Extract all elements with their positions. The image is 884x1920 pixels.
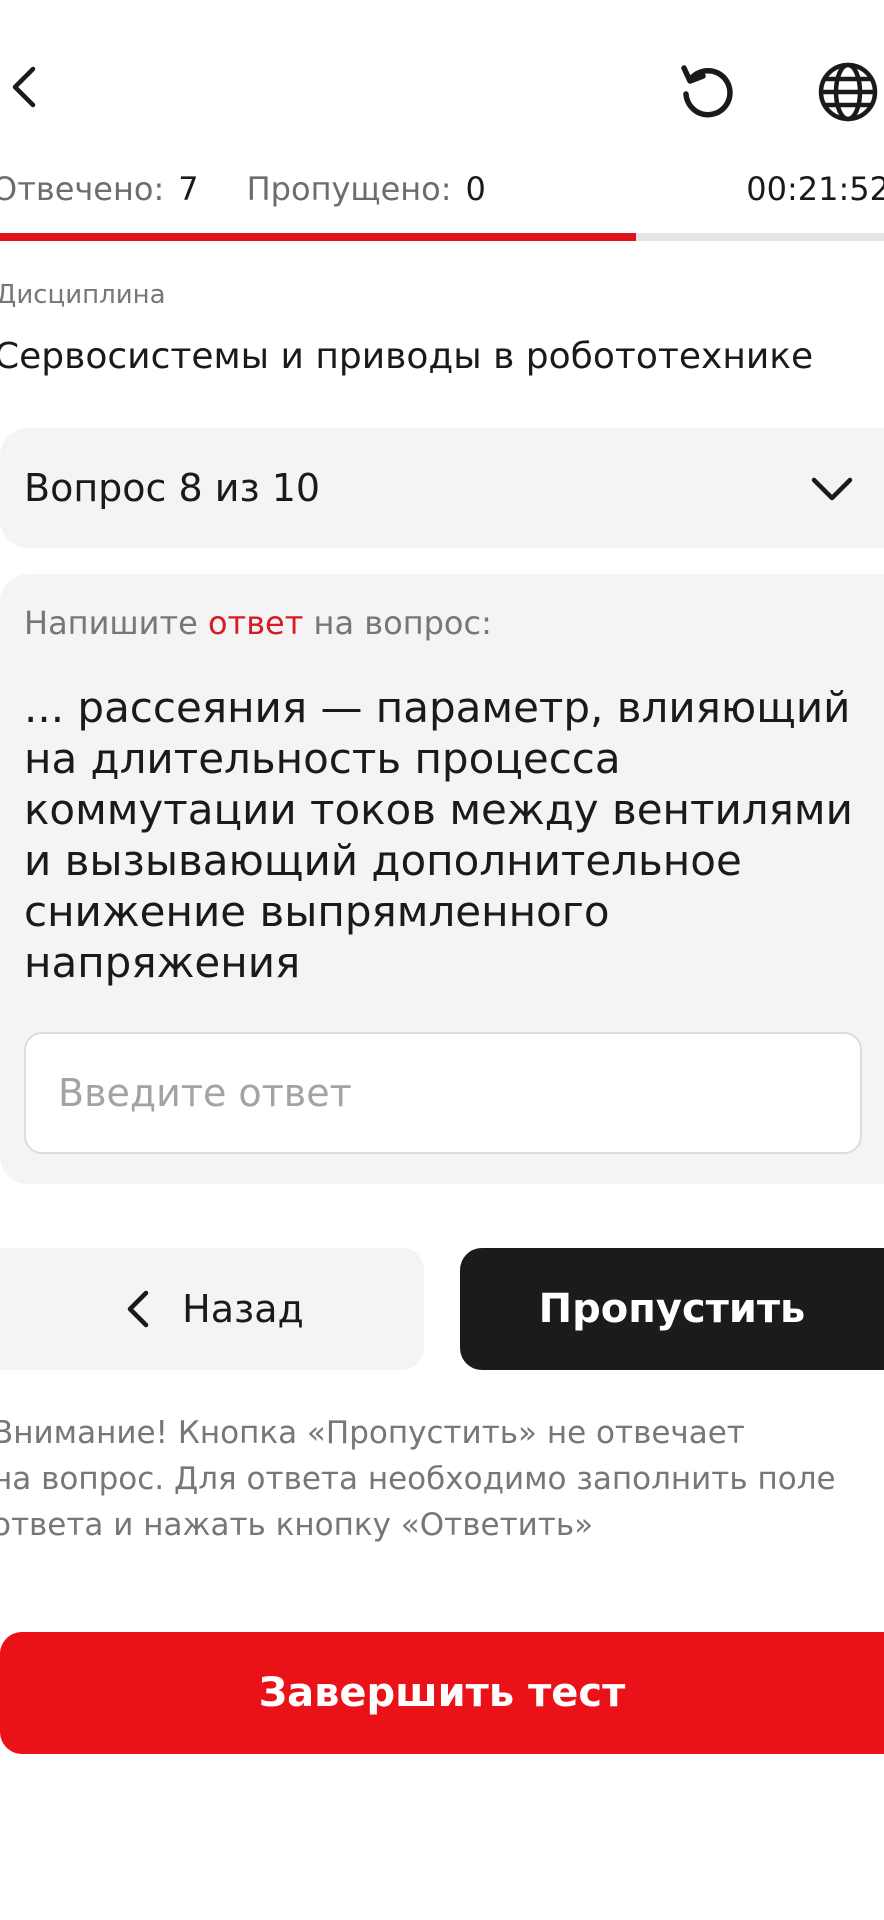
answer-stats: Отвечено: 7 Пропущено: 0	[0, 170, 486, 208]
answer-input[interactable]	[24, 1032, 862, 1154]
chevron-left-icon	[12, 66, 36, 108]
restart-button[interactable]	[672, 56, 744, 128]
answered-count: 7	[178, 170, 199, 208]
progress-bar	[0, 233, 884, 241]
question-text: ... рассеяния — параметр, влияющий на дл…	[24, 683, 853, 987]
back-button-label: Назад	[182, 1287, 304, 1331]
discipline-label: Дисциплина	[0, 280, 166, 310]
progress-fill	[0, 233, 637, 241]
question-selector-label: Вопрос 8 из 10	[24, 466, 321, 510]
restart-icon	[681, 65, 733, 118]
prompt-text-end: на вопрос:	[303, 604, 492, 642]
finish-test-button[interactable]: Завершить тест	[0, 1632, 884, 1754]
skipped-count: 0	[465, 170, 486, 208]
globe-icon	[818, 62, 878, 122]
skip-button-label: Пропустить	[538, 1286, 806, 1332]
language-button[interactable]	[812, 56, 884, 128]
chevron-down-icon	[811, 477, 853, 501]
answered-label: Отвечено:	[0, 170, 165, 208]
question-prompt: Напишите ответ на вопрос:	[24, 604, 492, 642]
back-chevron-button[interactable]	[0, 52, 48, 122]
prompt-text: Напишите	[24, 604, 208, 642]
chevron-left-icon	[127, 1290, 149, 1328]
question-selector[interactable]: Вопрос 8 из 10	[0, 428, 884, 548]
skipped-label: Пропущено:	[246, 170, 452, 208]
discipline-title: Сервосистемы и приводы в робототехнике	[0, 336, 814, 377]
notice-line: ответа и нажать кнопку «Ответить»	[0, 1507, 594, 1543]
question-card: Напишите ответ на вопрос: ... рассеяния …	[0, 574, 884, 1184]
finish-test-label: Завершить тест	[258, 1670, 626, 1716]
back-button[interactable]: Назад	[0, 1248, 424, 1370]
skip-button[interactable]: Пропустить	[460, 1248, 884, 1370]
timer: 00:21:52	[746, 170, 884, 208]
notice-line: Внимание! Кнопка «Пропустить» не отвечае…	[0, 1415, 745, 1451]
prompt-accent: ответ	[207, 604, 304, 642]
notice-line: на вопрос. Для ответа необходимо заполни…	[0, 1461, 836, 1497]
skip-notice: Внимание! Кнопка «Пропустить» не отвечае…	[0, 1410, 882, 1548]
